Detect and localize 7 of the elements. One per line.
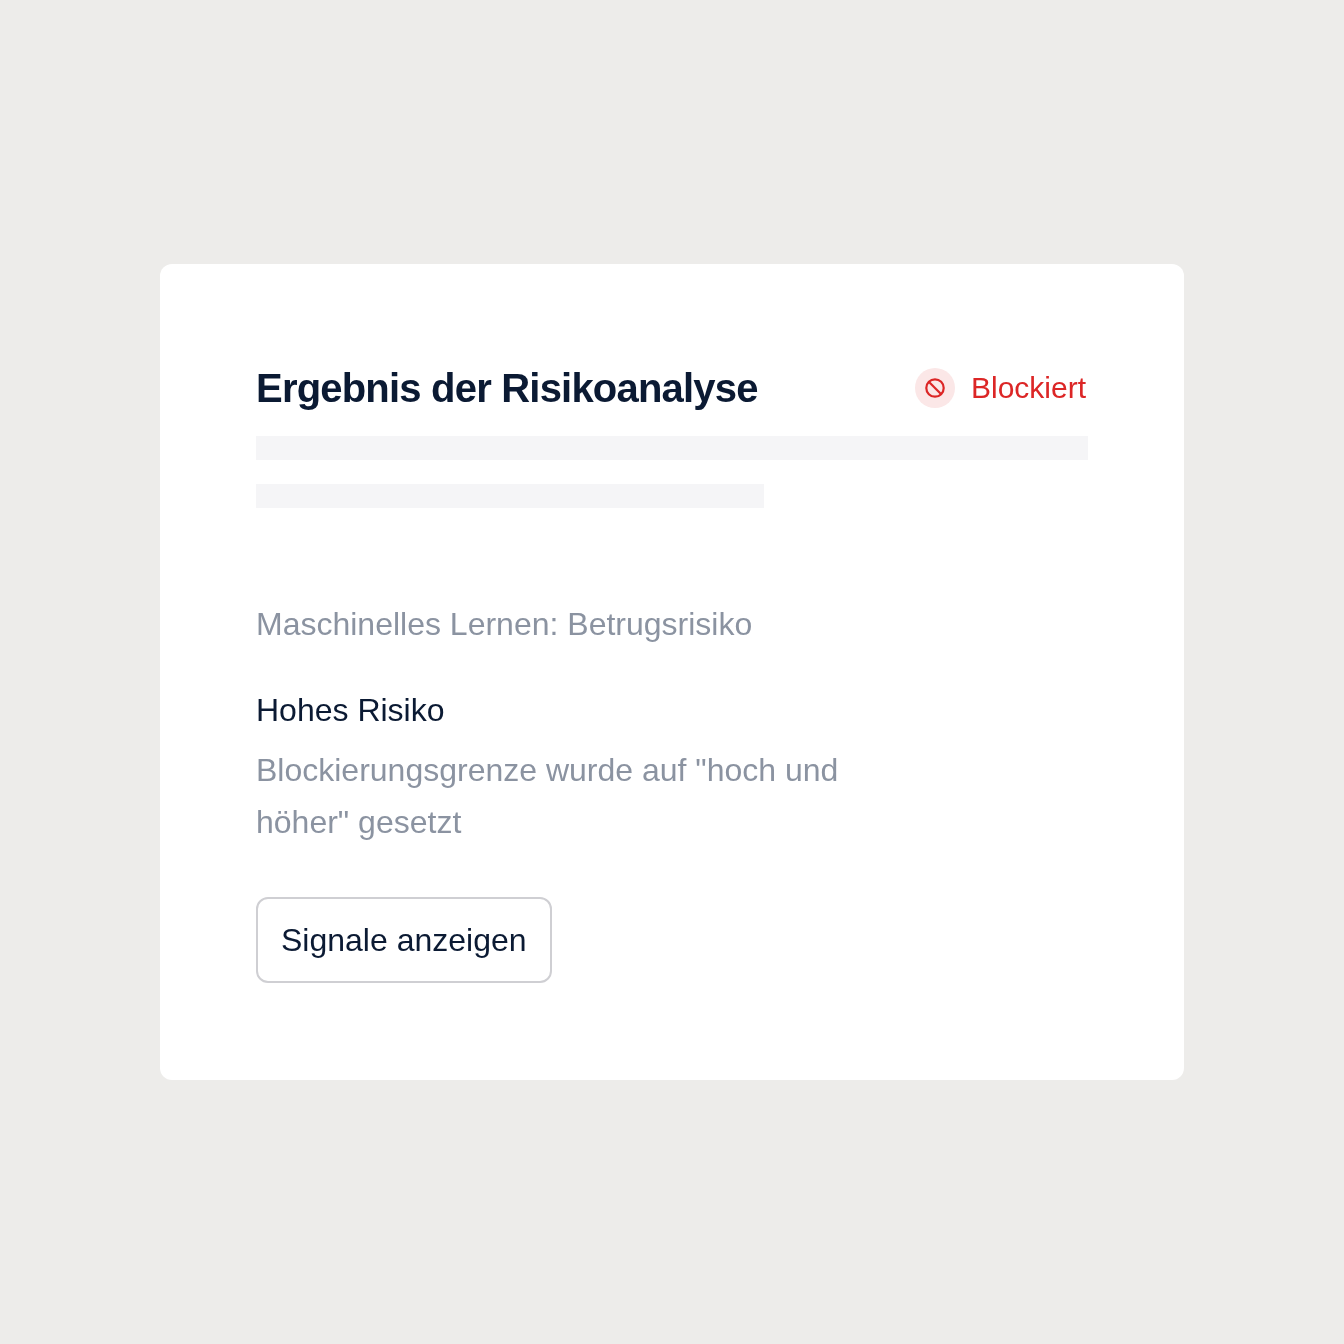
risk-level: Hohes Risiko [256, 691, 446, 730]
model-label: Maschinelles Lernen: Betrugsrisiko [256, 605, 754, 644]
show-signals-button[interactable]: Signale anzeigen [256, 897, 552, 983]
blocked-icon [914, 368, 955, 408]
card-title: Ergebnis der Risikoanalyse [256, 365, 758, 412]
risk-description: Blockierungsgrenze wurde auf "hoch und höher" gesetzt [256, 751, 840, 842]
status-label: Blockiert [970, 370, 1086, 406]
